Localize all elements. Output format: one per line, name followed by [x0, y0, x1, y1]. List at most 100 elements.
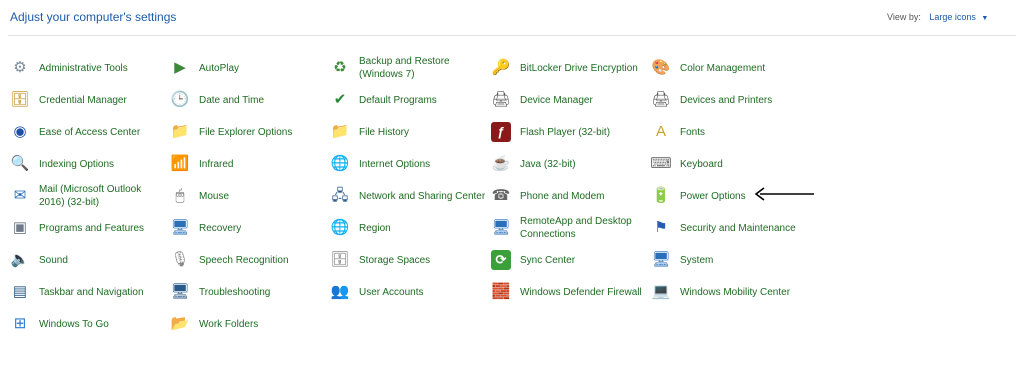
control-panel-item-label[interactable]: File Explorer Options	[199, 126, 292, 139]
control-panel-item-label[interactable]: Default Programs	[359, 94, 437, 107]
control-panel-item[interactable]: ☎ Phone and Modem	[491, 180, 651, 212]
control-panel-item-label[interactable]: Taskbar and Navigation	[39, 286, 144, 299]
date-time-icon: 🕒	[170, 91, 190, 108]
control-panel-item[interactable]: ⚑ Security and Maintenance	[651, 212, 811, 244]
control-panel-item-label[interactable]: Sound	[39, 254, 68, 267]
arrow-annotation	[754, 187, 814, 201]
control-panel-item-label[interactable]: Java (32-bit)	[520, 158, 576, 171]
control-panel-item[interactable]: ✔ Default Programs	[330, 84, 490, 116]
control-panel-item[interactable]: 🧱 Windows Defender Firewall	[491, 276, 651, 308]
control-panel-item[interactable]: 🖥 System	[651, 244, 811, 276]
control-panel-item[interactable]: 🖥 Recovery	[170, 212, 330, 244]
control-panel-item[interactable]: ✉ Mail (Microsoft Outlook 2016) (32-bit)	[10, 180, 170, 212]
control-panel-item-label[interactable]: Internet Options	[359, 158, 430, 171]
control-panel-item-label[interactable]: Windows Mobility Center	[680, 286, 790, 299]
control-panel-item[interactable]: 🖨 Devices and Printers	[651, 84, 811, 116]
control-panel-item[interactable]: ⌨ Keyboard	[650, 148, 811, 180]
control-panel-item[interactable]: 📁 File Explorer Options	[170, 116, 330, 148]
control-panel-item[interactable]: 🔈 Sound	[10, 244, 170, 276]
control-panel-item[interactable]: ▤ Taskbar and Navigation	[10, 276, 170, 308]
control-panel-item-label[interactable]: Phone and Modem	[520, 190, 605, 203]
control-panel-item-label[interactable]: User Accounts	[359, 286, 423, 299]
control-panel-item-label[interactable]: AutoPlay	[199, 62, 239, 75]
control-panel-item-label[interactable]: Backup and Restore (Windows 7)	[359, 55, 483, 81]
control-panel-item-label[interactable]: System	[680, 254, 713, 267]
control-panel-item-label[interactable]: Programs and Features	[39, 222, 144, 235]
control-panel-item[interactable]: 📶 Infrared	[170, 148, 330, 180]
control-panel-item[interactable]: ♻ Backup and Restore (Windows 7)	[330, 52, 490, 84]
control-panel-item[interactable]: 🎨 Color Management	[651, 52, 811, 84]
control-panel-item[interactable]: 🗄 Storage Spaces	[330, 244, 490, 276]
chevron-down-icon[interactable]: ▼	[981, 15, 988, 22]
control-panel-item[interactable]: 🖱 Mouse	[170, 180, 330, 212]
control-panel-item-label[interactable]: Region	[359, 222, 391, 235]
control-panel-item-label[interactable]: Recovery	[199, 222, 241, 235]
control-panel-item[interactable]: 💻 Windows Mobility Center	[651, 276, 811, 308]
control-panel-item-label[interactable]: Troubleshooting	[199, 286, 270, 299]
control-panel-item[interactable]: ⟳ Sync Center	[491, 244, 651, 276]
control-panel-item-label[interactable]: BitLocker Drive Encryption	[520, 62, 638, 75]
control-panel-item[interactable]: 🕒 Date and Time	[170, 84, 330, 116]
control-panel-item-label[interactable]: Date and Time	[199, 94, 264, 107]
control-panel-item[interactable]: A Fonts	[651, 116, 811, 148]
color-management-icon: 🎨	[651, 59, 671, 76]
file-history-icon: 📁	[330, 123, 350, 140]
control-panel-item[interactable]: 🖥 Troubleshooting	[170, 276, 330, 308]
bitlocker-icon: 🔑	[491, 59, 511, 76]
control-panel-item-label[interactable]: Device Manager	[520, 94, 593, 107]
control-panel-item-label[interactable]: Credential Manager	[39, 94, 127, 107]
control-panel-item[interactable]: 🔍 Indexing Options	[10, 148, 170, 180]
control-panel-item-label[interactable]: Sync Center	[520, 254, 575, 267]
control-panel-item[interactable]: 📁 File History	[330, 116, 490, 148]
control-panel-item-label[interactable]: Speech Recognition	[199, 254, 289, 267]
control-panel-item[interactable]: ▣ Programs and Features	[10, 212, 170, 244]
control-panel-item-label[interactable]: Windows To Go	[39, 318, 109, 331]
recovery-icon: 🖥	[170, 219, 190, 236]
control-panel-item[interactable]: ⚙ Administrative Tools	[10, 52, 170, 84]
control-panel-item[interactable]: 🌐 Internet Options	[330, 148, 490, 180]
control-panel-item-label[interactable]: Fonts	[680, 126, 705, 139]
file-explorer-options-icon: 📁	[170, 123, 190, 140]
control-panel-item-label[interactable]: Work Folders	[199, 318, 258, 331]
control-panel-item-label[interactable]: Network and Sharing Center	[359, 190, 485, 203]
sync-center-icon: ⟳	[491, 250, 511, 270]
control-panel-item-label[interactable]: Keyboard	[680, 158, 723, 171]
devices-printers-icon: 🖨	[651, 91, 671, 108]
control-panel-item[interactable]: 🖨 Device Manager	[491, 84, 651, 116]
view-by-dropdown[interactable]: Large icons	[929, 12, 976, 22]
control-panel-item-label[interactable]: Devices and Printers	[680, 94, 772, 107]
administrative-tools-icon: ⚙	[13, 59, 27, 76]
control-panel-item-label[interactable]: Ease of Access Center	[39, 126, 140, 139]
control-panel-item[interactable]: 🖥 RemoteApp and Desktop Connections	[491, 212, 651, 244]
control-panel-item-label[interactable]: File History	[359, 126, 409, 139]
control-panel-item[interactable]: 🖧 Network and Sharing Center	[330, 180, 490, 212]
control-panel-item-label[interactable]: Indexing Options	[39, 158, 114, 171]
control-panel-item-label[interactable]: Mail (Microsoft Outlook 2016) (32-bit)	[39, 183, 163, 209]
control-panel-item[interactable]: 📂 Work Folders	[170, 308, 330, 340]
control-panel-item[interactable]: ☕ Java (32-bit)	[491, 148, 651, 180]
control-panel-item-label[interactable]: Power Options	[680, 190, 746, 203]
sound-icon: 🔈	[10, 251, 30, 268]
control-panel-item[interactable]: ƒ Flash Player (32-bit)	[491, 116, 651, 148]
control-panel-item[interactable]: 👥 User Accounts	[330, 276, 490, 308]
control-panel-item-label[interactable]: RemoteApp and Desktop Connections	[520, 215, 644, 241]
control-panel-item-label[interactable]: Security and Maintenance	[680, 222, 796, 235]
security-maintenance-icon: ⚑	[654, 219, 668, 236]
control-panel-item-label[interactable]: Infrared	[199, 158, 233, 171]
control-panel-item-label[interactable]: Storage Spaces	[359, 254, 430, 267]
control-panel-item[interactable]: ◉ Ease of Access Center	[10, 116, 170, 148]
control-panel-item[interactable]: 🌐 Region	[330, 212, 490, 244]
autoplay-icon: ▶	[174, 59, 186, 76]
control-panel-item[interactable]: 🎙 Speech Recognition	[170, 244, 330, 276]
control-panel-item-label[interactable]: Color Management	[680, 62, 765, 75]
control-panel-item[interactable]: ▶ AutoPlay	[170, 52, 330, 84]
indexing-options-icon: 🔍	[10, 155, 30, 172]
control-panel-item[interactable]: ⊞ Windows To Go	[10, 308, 170, 340]
control-panel-item-label[interactable]: Administrative Tools	[39, 62, 128, 75]
control-panel-item-label[interactable]: Mouse	[199, 190, 229, 203]
control-panel-item-label[interactable]: Windows Defender Firewall	[520, 286, 642, 299]
control-panel-item[interactable]: 🗄 Credential Manager	[10, 84, 170, 116]
windows-to-go-icon: ⊞	[13, 315, 27, 332]
control-panel-item-label[interactable]: Flash Player (32-bit)	[520, 126, 610, 139]
control-panel-item[interactable]: 🔑 BitLocker Drive Encryption	[491, 52, 651, 84]
